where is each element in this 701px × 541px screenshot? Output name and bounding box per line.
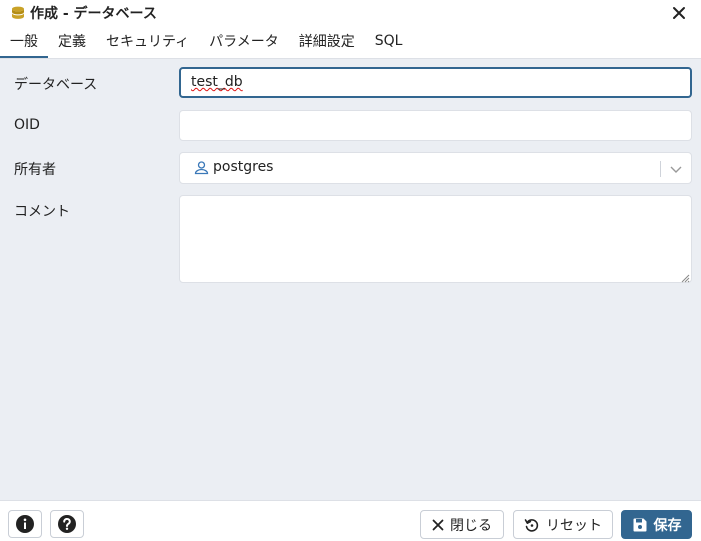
close-x-icon (432, 519, 444, 531)
close-icon[interactable] (669, 3, 689, 23)
database-icon (10, 5, 26, 21)
close-button[interactable]: 閉じる (420, 510, 504, 539)
info-icon (15, 514, 35, 534)
tab-advanced[interactable]: 詳細設定 (289, 25, 365, 58)
owner-value: postgres (213, 159, 274, 175)
database-label: データベース (14, 77, 98, 93)
dialog-title: 作成 - データベース (30, 6, 157, 22)
comment-label: コメント (14, 204, 70, 220)
comment-textarea[interactable] (179, 195, 692, 283)
tab-definition[interactable]: 定義 (48, 25, 96, 58)
tab-general[interactable]: 一般 (0, 25, 48, 58)
reset-button-label: リセット (546, 517, 602, 534)
oid-input[interactable] (179, 110, 692, 141)
select-divider (660, 161, 661, 177)
save-button-label: 保存 (653, 517, 682, 534)
tab-label: 一般 (10, 33, 38, 50)
oid-label: OID (14, 117, 40, 133)
tab-sql[interactable]: SQL (365, 25, 413, 58)
tab-label: セキュリティ (106, 33, 190, 50)
database-name-input[interactable]: test_db (179, 67, 692, 98)
save-button[interactable]: 保存 (621, 510, 692, 539)
owner-selected: postgres (194, 159, 273, 175)
tab-parameters[interactable]: パラメータ (199, 25, 289, 58)
tab-label: SQL (374, 32, 403, 49)
tab-bar: 一般 定義 セキュリティ パラメータ 詳細設定 SQL (0, 26, 701, 59)
reset-button[interactable]: リセット (513, 510, 613, 539)
dialog-titlebar: 作成 - データベース (0, 0, 701, 26)
info-button[interactable] (8, 510, 42, 538)
tab-label: 定義 (58, 33, 86, 50)
resize-grip-icon[interactable] (680, 271, 690, 283)
help-icon (57, 514, 77, 534)
chevron-down-icon[interactable] (669, 162, 683, 176)
tab-label: 詳細設定 (298, 33, 355, 50)
tab-security[interactable]: セキュリティ (96, 25, 199, 58)
owner-select[interactable]: postgres (179, 152, 692, 184)
save-icon (632, 517, 648, 533)
owner-label: 所有者 (14, 162, 56, 178)
dialog-footer: 閉じる リセット 保存 (0, 500, 701, 541)
help-button[interactable] (50, 510, 84, 538)
tab-label: パラメータ (209, 33, 279, 50)
user-icon (194, 160, 209, 175)
reset-icon (524, 517, 540, 533)
close-button-label: 閉じる (450, 517, 492, 534)
database-name-value: test_db (191, 74, 243, 90)
